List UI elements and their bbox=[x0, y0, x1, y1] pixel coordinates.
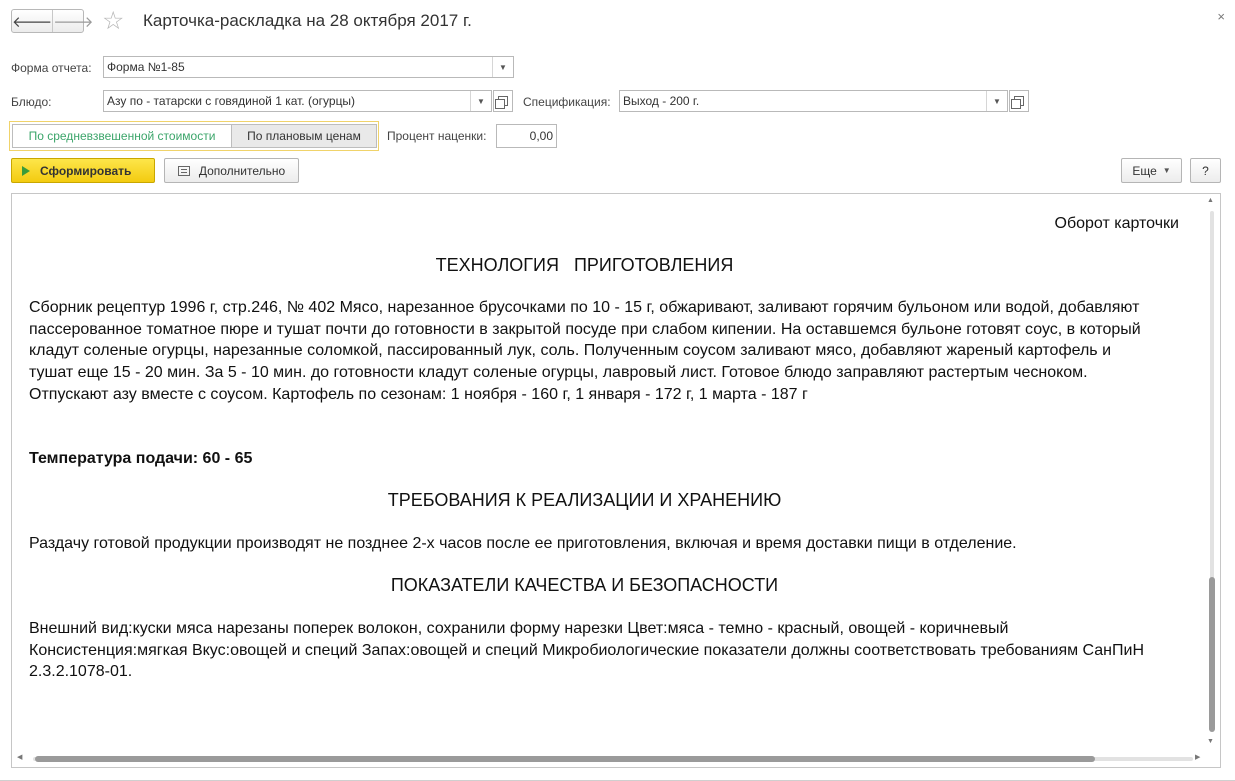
section-title-technology: ТЕХНОЛОГИЯ ПРИГОТОВЛЕНИЯ bbox=[435, 255, 734, 275]
section-title-quality: ПОКАЗАТЕЛИ КАЧЕСТВА И БЕЗОПАСНОСТИ bbox=[390, 575, 779, 595]
help-button[interactable]: ? bbox=[1190, 158, 1221, 183]
scroll-down-icon[interactable]: ▼ bbox=[1207, 738, 1214, 745]
arrow-left-icon: 🡐 bbox=[12, 13, 53, 31]
card-reverse-label: Оборот карточки bbox=[1054, 215, 1180, 232]
favorite-star-icon[interactable]: ☆ bbox=[102, 6, 124, 36]
report-form-select[interactable]: Форма №1-85 ▼ bbox=[103, 56, 514, 78]
navigation-buttons: 🡐 🡒 bbox=[11, 9, 93, 33]
dish-open-button[interactable] bbox=[493, 90, 513, 112]
list-icon bbox=[177, 165, 190, 176]
markup-input[interactable]: 0,00 bbox=[496, 124, 557, 148]
report-form-label: Форма отчета: bbox=[11, 61, 92, 75]
report-form-value: Форма №1-85 bbox=[107, 60, 185, 74]
storage-text: Раздачу готовой продукции производят не … bbox=[29, 535, 1017, 552]
report-window: 🡐 🡒 ☆ Карточка-раскладка на 28 октября 2… bbox=[0, 0, 1235, 781]
more-button[interactable]: Еще ▼ bbox=[1121, 158, 1182, 183]
chevron-down-icon[interactable]: ▼ bbox=[492, 57, 513, 77]
horizontal-scroll-thumb[interactable] bbox=[35, 756, 1095, 762]
scroll-right-icon[interactable]: ▶ bbox=[1195, 753, 1200, 761]
open-form-icon bbox=[1011, 96, 1024, 109]
pricing-mode-toggle: По средневзвешенной стоимости По плановы… bbox=[9, 121, 379, 151]
serving-temperature: Температура подачи: 60 - 65 bbox=[29, 450, 253, 467]
dish-select[interactable]: Азу по - татарски с говядиной 1 кат. (ог… bbox=[103, 90, 492, 112]
vertical-scrollbar[interactable]: ▲ ▼ bbox=[1205, 197, 1218, 750]
spec-select[interactable]: Выход - 200 г. ▼ bbox=[619, 90, 1008, 112]
spec-open-button[interactable] bbox=[1009, 90, 1029, 112]
report-area[interactable]: Оборот карточки ТЕХНОЛОГИЯ ПРИГОТОВЛЕНИЯ… bbox=[11, 193, 1221, 768]
forward-button[interactable]: 🡒 bbox=[52, 10, 93, 32]
horizontal-scrollbar[interactable]: ◀ ▶ bbox=[15, 752, 1205, 765]
additional-button[interactable]: Дополнительно bbox=[164, 158, 299, 183]
quality-text: Внешний вид:куски мяса нарезаны поперек … bbox=[29, 620, 1145, 681]
vertical-scroll-thumb[interactable] bbox=[1209, 577, 1215, 732]
dish-label: Блюдо: bbox=[11, 95, 52, 109]
more-button-label: Еще bbox=[1132, 163, 1157, 178]
scroll-left-icon[interactable]: ◀ bbox=[17, 753, 22, 761]
section-title-storage: ТРЕБОВАНИЯ К РЕАЛИЗАЦИИ И ХРАНЕНИЮ bbox=[387, 490, 782, 510]
arrow-right-icon: 🡒 bbox=[53, 13, 94, 31]
generate-button-label: Сформировать bbox=[40, 163, 132, 178]
toggle-planned-prices[interactable]: По плановым ценам bbox=[232, 124, 377, 148]
additional-button-label: Дополнительно bbox=[198, 163, 286, 178]
close-icon[interactable]: × bbox=[1217, 9, 1225, 24]
chevron-down-icon[interactable]: ▼ bbox=[986, 91, 1007, 111]
scroll-up-icon[interactable]: ▲ bbox=[1207, 197, 1214, 204]
markup-label: Процент наценки: bbox=[387, 129, 487, 143]
toggle-weighted-cost[interactable]: По средневзвешенной стоимости bbox=[12, 124, 232, 148]
spec-value: Выход - 200 г. bbox=[623, 94, 700, 108]
chevron-down-icon: ▼ bbox=[1162, 166, 1171, 175]
generate-button[interactable]: Сформировать bbox=[11, 158, 155, 183]
play-icon bbox=[22, 165, 30, 176]
back-button[interactable]: 🡐 bbox=[12, 10, 52, 32]
window-title: Карточка-раскладка на 28 октября 2017 г. bbox=[143, 11, 472, 30]
technology-text: Сборник рецептур 1996 г, стр.246, № 402 … bbox=[29, 299, 1141, 403]
chevron-down-icon[interactable]: ▼ bbox=[470, 91, 491, 111]
dish-value: Азу по - татарски с говядиной 1 кат. (ог… bbox=[107, 94, 356, 108]
open-form-icon bbox=[495, 96, 508, 109]
spec-label: Спецификация: bbox=[523, 95, 611, 109]
